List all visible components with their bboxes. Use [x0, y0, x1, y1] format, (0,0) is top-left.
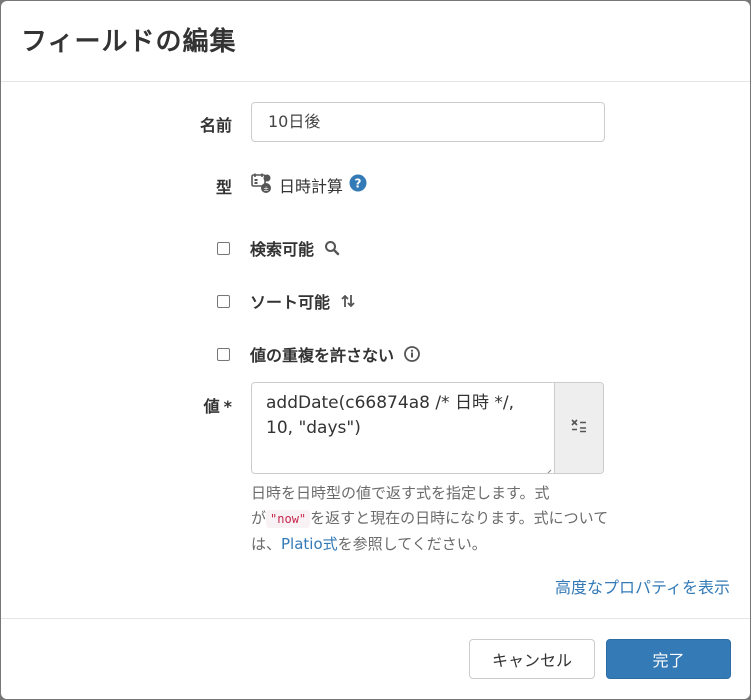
- formula-line-2: 10, "days"): [266, 418, 361, 438]
- unique-row: 値の重複を許さない: [217, 342, 420, 366]
- value-label-text: 値: [203, 397, 220, 416]
- sortable-label: ソート可能: [250, 293, 331, 312]
- cancel-button[interactable]: キャンセル: [469, 639, 595, 679]
- type-label: 型: [215, 178, 232, 197]
- svg-text:±: ±: [263, 185, 269, 193]
- formula-textarea[interactable]: addDate(c66874a8 /* 日時 */, 10, "days"): [252, 383, 554, 473]
- searchable-row: 検索可能: [217, 236, 340, 260]
- type-display: ± 日時計算 ?: [251, 172, 367, 198]
- formula-editor-button[interactable]: [554, 383, 603, 473]
- info-icon: [404, 346, 420, 362]
- platio-formula-link[interactable]: Platio式: [281, 535, 338, 553]
- type-value: 日時計算: [279, 177, 344, 196]
- help-icon[interactable]: ?: [349, 174, 367, 196]
- dialog-header: フィールドの編集: [1, 1, 750, 82]
- help-text-part-3: を参照してください。: [337, 535, 487, 553]
- dialog-title: フィールドの編集: [21, 27, 237, 57]
- name-input[interactable]: 10日後: [251, 102, 605, 142]
- sortable-row: ソート可能: [217, 289, 356, 313]
- svg-text:?: ?: [355, 177, 362, 191]
- sort-icon: [340, 293, 356, 309]
- resize-handle[interactable]: [542, 461, 552, 473]
- show-advanced-properties-link[interactable]: 高度なプロパティを表示: [555, 574, 730, 598]
- unique-label: 値の重複を許さない: [250, 346, 395, 365]
- dialog-footer: キャンセル 完了: [1, 618, 750, 699]
- formula-editor-icon: [571, 418, 587, 438]
- value-label: 値 *: [204, 393, 232, 417]
- search-icon: [324, 240, 340, 256]
- formula-help-text: 日時を日時型の値で返す式を指定します。式が "now" を返すと現在の日時になります…: [251, 481, 611, 557]
- required-mark: *: [223, 397, 232, 416]
- formula-line-1: addDate(c66874a8 /* 日時 */,: [266, 393, 514, 413]
- searchable-label: 検索可能: [250, 240, 315, 259]
- formula-field: addDate(c66874a8 /* 日時 */, 10, "days"): [251, 382, 604, 474]
- sortable-checkbox[interactable]: [217, 294, 230, 308]
- help-code-now: "now": [266, 510, 311, 528]
- datetime-calc-icon: ±: [251, 172, 273, 198]
- unique-checkbox[interactable]: [217, 347, 230, 361]
- done-button[interactable]: 完了: [606, 639, 731, 679]
- name-label: 名前: [199, 116, 232, 135]
- edit-field-dialog: フィールドの編集 名前 10日後 型 ± 日時計算 ? 検索可能 ソート可能 値…: [1, 1, 750, 699]
- searchable-checkbox[interactable]: [217, 241, 230, 255]
